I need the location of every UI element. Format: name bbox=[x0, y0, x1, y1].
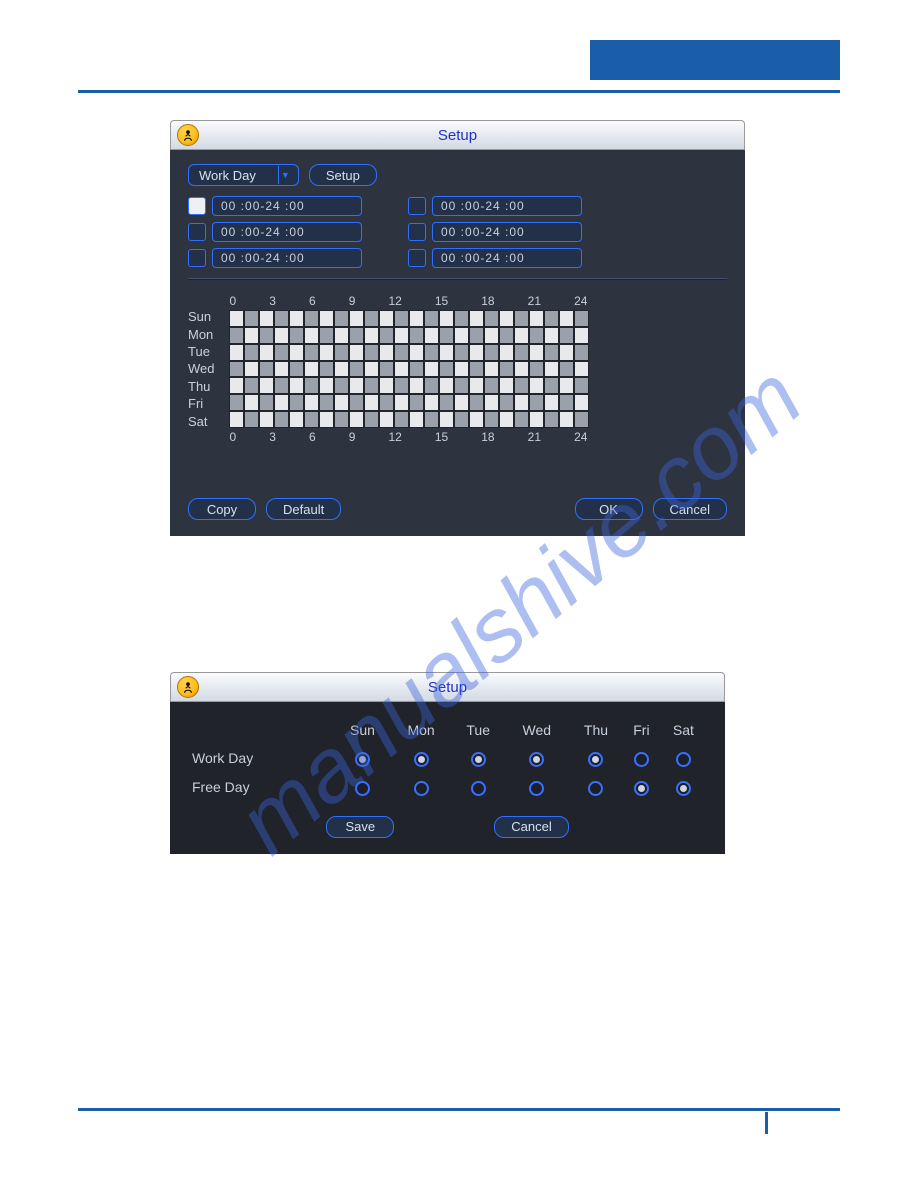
schedule-grid[interactable] bbox=[229, 310, 589, 428]
row-label: Free Day bbox=[188, 773, 335, 802]
dialog-title: Setup bbox=[428, 679, 467, 696]
cancel-button[interactable]: Cancel bbox=[494, 816, 568, 838]
col-mon: Mon bbox=[390, 716, 451, 744]
radio-workday-mon[interactable] bbox=[414, 752, 429, 767]
day-label: Fri bbox=[188, 396, 215, 411]
day-label: Thu bbox=[188, 379, 215, 394]
period-checkbox-1[interactable] bbox=[188, 197, 206, 215]
period-time-6[interactable]: 00 :00 -24 :00 bbox=[432, 248, 582, 268]
setup-dialog-period: Setup Work Day ▼ Setup 00 :00 -24 :00 00… bbox=[170, 120, 745, 536]
period-checkbox-2[interactable] bbox=[188, 223, 206, 241]
period-time-1[interactable]: 00 :00 -24 :00 bbox=[212, 196, 362, 216]
time-periods-left: 00 :00 -24 :00 00 :00 -24 :00 00 :00 -24… bbox=[188, 196, 362, 268]
dialog-title: Setup bbox=[438, 127, 477, 144]
period-checkbox-3[interactable] bbox=[188, 249, 206, 267]
day-label: Wed bbox=[188, 361, 215, 376]
titlebar: Setup bbox=[170, 672, 725, 702]
period-time-4[interactable]: 00 :00 -24 :00 bbox=[432, 196, 582, 216]
col-thu: Thu bbox=[569, 716, 623, 744]
day-labels-col: Sun Mon Tue Wed Thu Fri Sat bbox=[188, 294, 215, 444]
radio-freeday-mon[interactable] bbox=[414, 781, 429, 796]
save-button[interactable]: Save bbox=[326, 816, 394, 838]
row-label: Work Day bbox=[188, 744, 335, 773]
dialog2-buttons: Save Cancel bbox=[188, 816, 707, 838]
col-sun: Sun bbox=[335, 716, 391, 744]
schedule-grid-wrap: Sun Mon Tue Wed Thu Fri Sat 036912151821… bbox=[188, 294, 727, 444]
copy-button[interactable]: Copy bbox=[188, 498, 256, 520]
day-label: Tue bbox=[188, 344, 215, 359]
cancel-button[interactable]: Cancel bbox=[653, 498, 727, 520]
day-type-table: Sun Mon Tue Wed Thu Fri Sat Work Day Fre… bbox=[188, 716, 707, 802]
period-checkbox-6[interactable] bbox=[408, 249, 426, 267]
time-periods-right: 00 :00 -24 :00 00 :00 -24 :00 00 :00 -24… bbox=[408, 196, 582, 268]
setup-dialog-days: Setup Sun Mon Tue Wed Thu Fri Sat Work D… bbox=[170, 672, 725, 854]
footer-rule bbox=[78, 1108, 840, 1111]
day-label: Sun bbox=[188, 309, 215, 324]
row-freeday: Free Day bbox=[188, 773, 707, 802]
radio-workday-sun[interactable] bbox=[355, 752, 370, 767]
dialog1-buttons: Copy Default OK Cancel bbox=[188, 498, 727, 520]
header-rule bbox=[78, 90, 840, 93]
ok-button[interactable]: OK bbox=[575, 498, 643, 520]
radio-freeday-sun[interactable] bbox=[355, 781, 370, 796]
radio-freeday-wed[interactable] bbox=[529, 781, 544, 796]
day-type-combo[interactable]: Work Day ▼ bbox=[188, 164, 299, 186]
radio-workday-sat[interactable] bbox=[676, 752, 691, 767]
col-fri: Fri bbox=[623, 716, 660, 744]
day-label: Sat bbox=[188, 414, 215, 429]
person-icon bbox=[177, 124, 199, 146]
row-workday: Work Day bbox=[188, 744, 707, 773]
radio-freeday-tue[interactable] bbox=[471, 781, 486, 796]
period-checkbox-5[interactable] bbox=[408, 223, 426, 241]
period-time-3[interactable]: 00 :00 -24 :00 bbox=[212, 248, 362, 268]
hour-scale-bottom: 03691215182124 bbox=[229, 430, 589, 444]
radio-workday-thu[interactable] bbox=[588, 752, 603, 767]
col-sat: Sat bbox=[660, 716, 707, 744]
radio-freeday-sat[interactable] bbox=[676, 781, 691, 796]
col-tue: Tue bbox=[452, 716, 505, 744]
titlebar: Setup bbox=[170, 120, 745, 150]
radio-workday-tue[interactable] bbox=[471, 752, 486, 767]
day-label: Mon bbox=[188, 327, 215, 342]
hour-scale-top: 03691215182124 bbox=[229, 294, 589, 308]
period-time-5[interactable]: 00 :00 -24 :00 bbox=[432, 222, 582, 242]
radio-workday-wed[interactable] bbox=[529, 752, 544, 767]
setup-inner-button[interactable]: Setup bbox=[309, 164, 377, 186]
chevron-down-icon: ▼ bbox=[278, 166, 292, 184]
header-accent-box bbox=[590, 40, 840, 80]
footer-tick bbox=[765, 1112, 768, 1134]
radio-freeday-fri[interactable] bbox=[634, 781, 649, 796]
separator bbox=[188, 278, 727, 280]
default-button[interactable]: Default bbox=[266, 498, 341, 520]
radio-workday-fri[interactable] bbox=[634, 752, 649, 767]
day-type-value: Work Day bbox=[199, 168, 256, 183]
col-wed: Wed bbox=[505, 716, 569, 744]
period-checkbox-4[interactable] bbox=[408, 197, 426, 215]
radio-freeday-thu[interactable] bbox=[588, 781, 603, 796]
period-time-2[interactable]: 00 :00 -24 :00 bbox=[212, 222, 362, 242]
person-icon bbox=[177, 676, 199, 698]
